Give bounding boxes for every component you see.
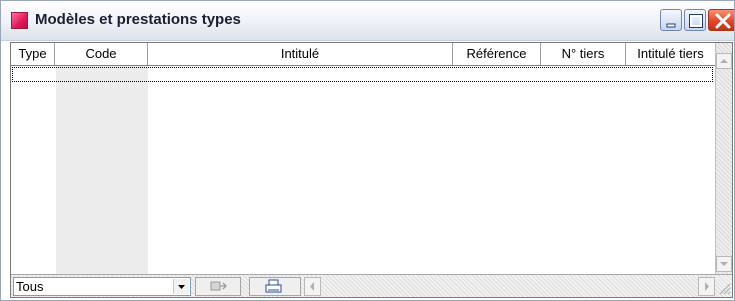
close-icon bbox=[715, 13, 731, 29]
scroll-left-button[interactable] bbox=[304, 277, 321, 296]
minimize-icon bbox=[666, 23, 676, 28]
print-icon bbox=[265, 279, 282, 293]
footer-bar: Tous bbox=[11, 274, 732, 297]
list-view[interactable]: Type Code Intitulé Référence N° tiers In… bbox=[10, 42, 733, 298]
arrow-up-icon bbox=[720, 59, 728, 63]
grid-header: Type Code Intitulé Référence N° tiers In… bbox=[11, 43, 715, 66]
maximize-icon bbox=[689, 14, 703, 28]
close-button[interactable] bbox=[708, 9, 734, 31]
maximize-button[interactable] bbox=[684, 9, 706, 31]
column-header-n-tiers[interactable]: N° tiers bbox=[541, 43, 626, 65]
title-bar[interactable]: Modèles et prestations types bbox=[1, 1, 734, 41]
vertical-scrollbar[interactable] bbox=[715, 43, 732, 274]
export-icon bbox=[210, 281, 227, 291]
arrow-right-icon bbox=[705, 282, 709, 291]
filter-select[interactable]: Tous bbox=[13, 277, 191, 296]
resize-grip-icon[interactable] bbox=[717, 279, 731, 296]
window-title: Modèles et prestations types bbox=[35, 11, 241, 28]
scroll-right-button[interactable] bbox=[698, 277, 715, 296]
dropdown-button[interactable] bbox=[173, 279, 189, 294]
print-button[interactable] bbox=[249, 277, 301, 296]
column-header-code[interactable]: Code bbox=[55, 43, 148, 65]
column-header-intitule-tiers[interactable]: Intitulé tiers bbox=[626, 43, 715, 65]
arrow-left-icon bbox=[310, 282, 314, 291]
chevron-down-icon bbox=[178, 285, 185, 289]
table-row[interactable] bbox=[12, 67, 713, 82]
filter-value: Tous bbox=[16, 279, 44, 294]
export-button[interactable] bbox=[195, 277, 241, 296]
code-column-shade bbox=[56, 66, 148, 274]
scroll-down-button[interactable] bbox=[716, 256, 732, 272]
column-header-intitule[interactable]: Intitulé bbox=[148, 43, 453, 65]
window: Modèles et prestations types Type Code I… bbox=[0, 0, 735, 301]
column-header-reference[interactable]: Référence bbox=[453, 43, 541, 65]
minimize-button[interactable] bbox=[660, 9, 682, 31]
arrow-down-icon bbox=[720, 262, 728, 266]
app-window-icon bbox=[11, 12, 28, 29]
scroll-up-button[interactable] bbox=[716, 53, 732, 69]
column-header-type[interactable]: Type bbox=[11, 43, 55, 65]
